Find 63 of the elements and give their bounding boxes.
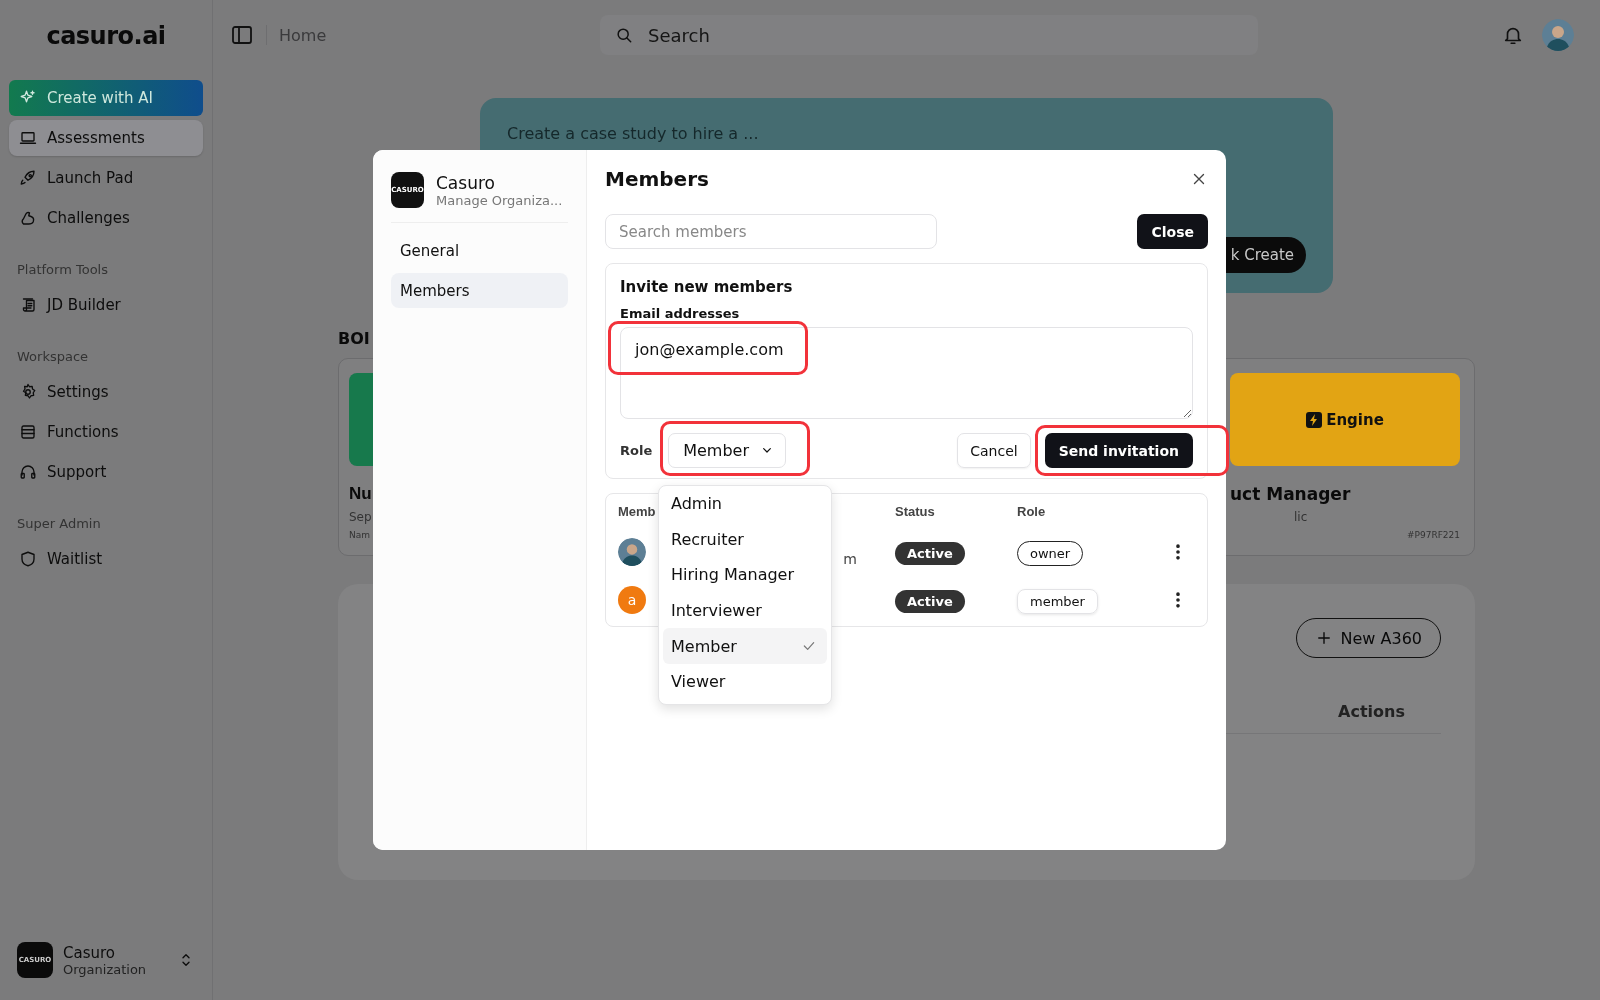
search-field[interactable]: Search members xyxy=(605,214,937,249)
sidebar-item[interactable]: Support xyxy=(9,454,203,490)
dropdown-option[interactable]: Recruiter xyxy=(663,521,827,558)
search-field[interactable]: Search xyxy=(600,15,1258,55)
sidebar-item[interactable]: Assessments xyxy=(9,120,203,156)
sidebar-item[interactable]: Waitlist xyxy=(9,541,203,577)
send-invitation-button[interactable]: Send invitation xyxy=(1044,433,1193,468)
section-heading: Super Admin xyxy=(17,516,102,531)
sidebar-item[interactable]: JD Builder xyxy=(9,287,203,323)
prompt-text: Create a case study to hire a ... xyxy=(507,124,760,143)
settings-nav-item[interactable]: Members xyxy=(391,273,568,308)
section-heading: BOI xyxy=(338,329,370,350)
user-avatar[interactable] xyxy=(1542,19,1574,51)
field-label: Role xyxy=(620,443,653,458)
role-select[interactable]: Member xyxy=(668,433,787,468)
status-badge: Active xyxy=(895,541,965,565)
dropdown-option[interactable]: Interviewer xyxy=(663,592,827,629)
member-email: m xyxy=(843,550,857,567)
sidebar-item[interactable]: Challenges xyxy=(9,200,203,236)
settings-nav-item[interactable]: General xyxy=(391,233,568,268)
field-label: Email addresses xyxy=(620,306,741,321)
card-title: uct Manager xyxy=(1230,484,1352,504)
flexed-arm-icon xyxy=(19,209,37,227)
card-meta: Nam xyxy=(349,530,371,540)
search-icon xyxy=(614,25,634,45)
column-header: Actions xyxy=(1338,702,1405,721)
sidebar-item[interactable]: Functions xyxy=(9,414,203,450)
app-logo: casuro.ai xyxy=(45,21,167,52)
card-subtitle: lic xyxy=(1293,510,1309,524)
card-subtitle: Sep xyxy=(349,510,373,524)
column-header: Role xyxy=(1017,503,1047,519)
email-field[interactable]: jon@example.com xyxy=(620,327,1193,419)
dropdown-option[interactable]: Hiring Manager xyxy=(663,557,827,593)
status-badge: Active xyxy=(895,589,965,613)
cancel-button[interactable]: Cancel xyxy=(957,433,1031,468)
dropdown-option[interactable]: Admin xyxy=(663,486,827,522)
headset-icon xyxy=(19,463,37,481)
card-title: Nu xyxy=(349,484,373,504)
banner-text: Engine xyxy=(1326,410,1384,429)
dialog-title: Members xyxy=(605,167,709,191)
rocket-icon xyxy=(19,169,37,187)
role-badge: member xyxy=(1017,588,1098,614)
column-header: Status xyxy=(895,503,936,519)
sidebar-item[interactable]: Settings xyxy=(9,374,203,410)
dropdown-option[interactable]: Member xyxy=(663,628,827,664)
sidebar-toggle-icon[interactable] xyxy=(230,23,254,47)
sidebar-item[interactable]: Launch Pad xyxy=(9,160,203,196)
user-avatar xyxy=(618,538,646,566)
section-heading: Workspace xyxy=(17,349,90,364)
close-button[interactable]: Close xyxy=(1137,214,1208,249)
laptop-icon xyxy=(19,129,37,147)
user-avatar: a xyxy=(618,586,646,614)
organization-name: Casuro xyxy=(436,172,496,193)
section-heading: Platform Tools xyxy=(17,262,109,277)
invite-title: Invite new members xyxy=(620,278,794,296)
organization-subtitle: Manage Organiza... xyxy=(436,192,564,208)
bolt-icon xyxy=(1306,411,1323,428)
dropdown-option[interactable]: Viewer xyxy=(663,663,827,700)
card-meta: #P97RF221 xyxy=(1405,530,1460,540)
chevron-down-icon xyxy=(763,448,772,453)
table-icon xyxy=(19,423,37,441)
create-with-ai-button[interactable]: Create with AI xyxy=(9,80,203,116)
shield-icon xyxy=(19,550,37,568)
